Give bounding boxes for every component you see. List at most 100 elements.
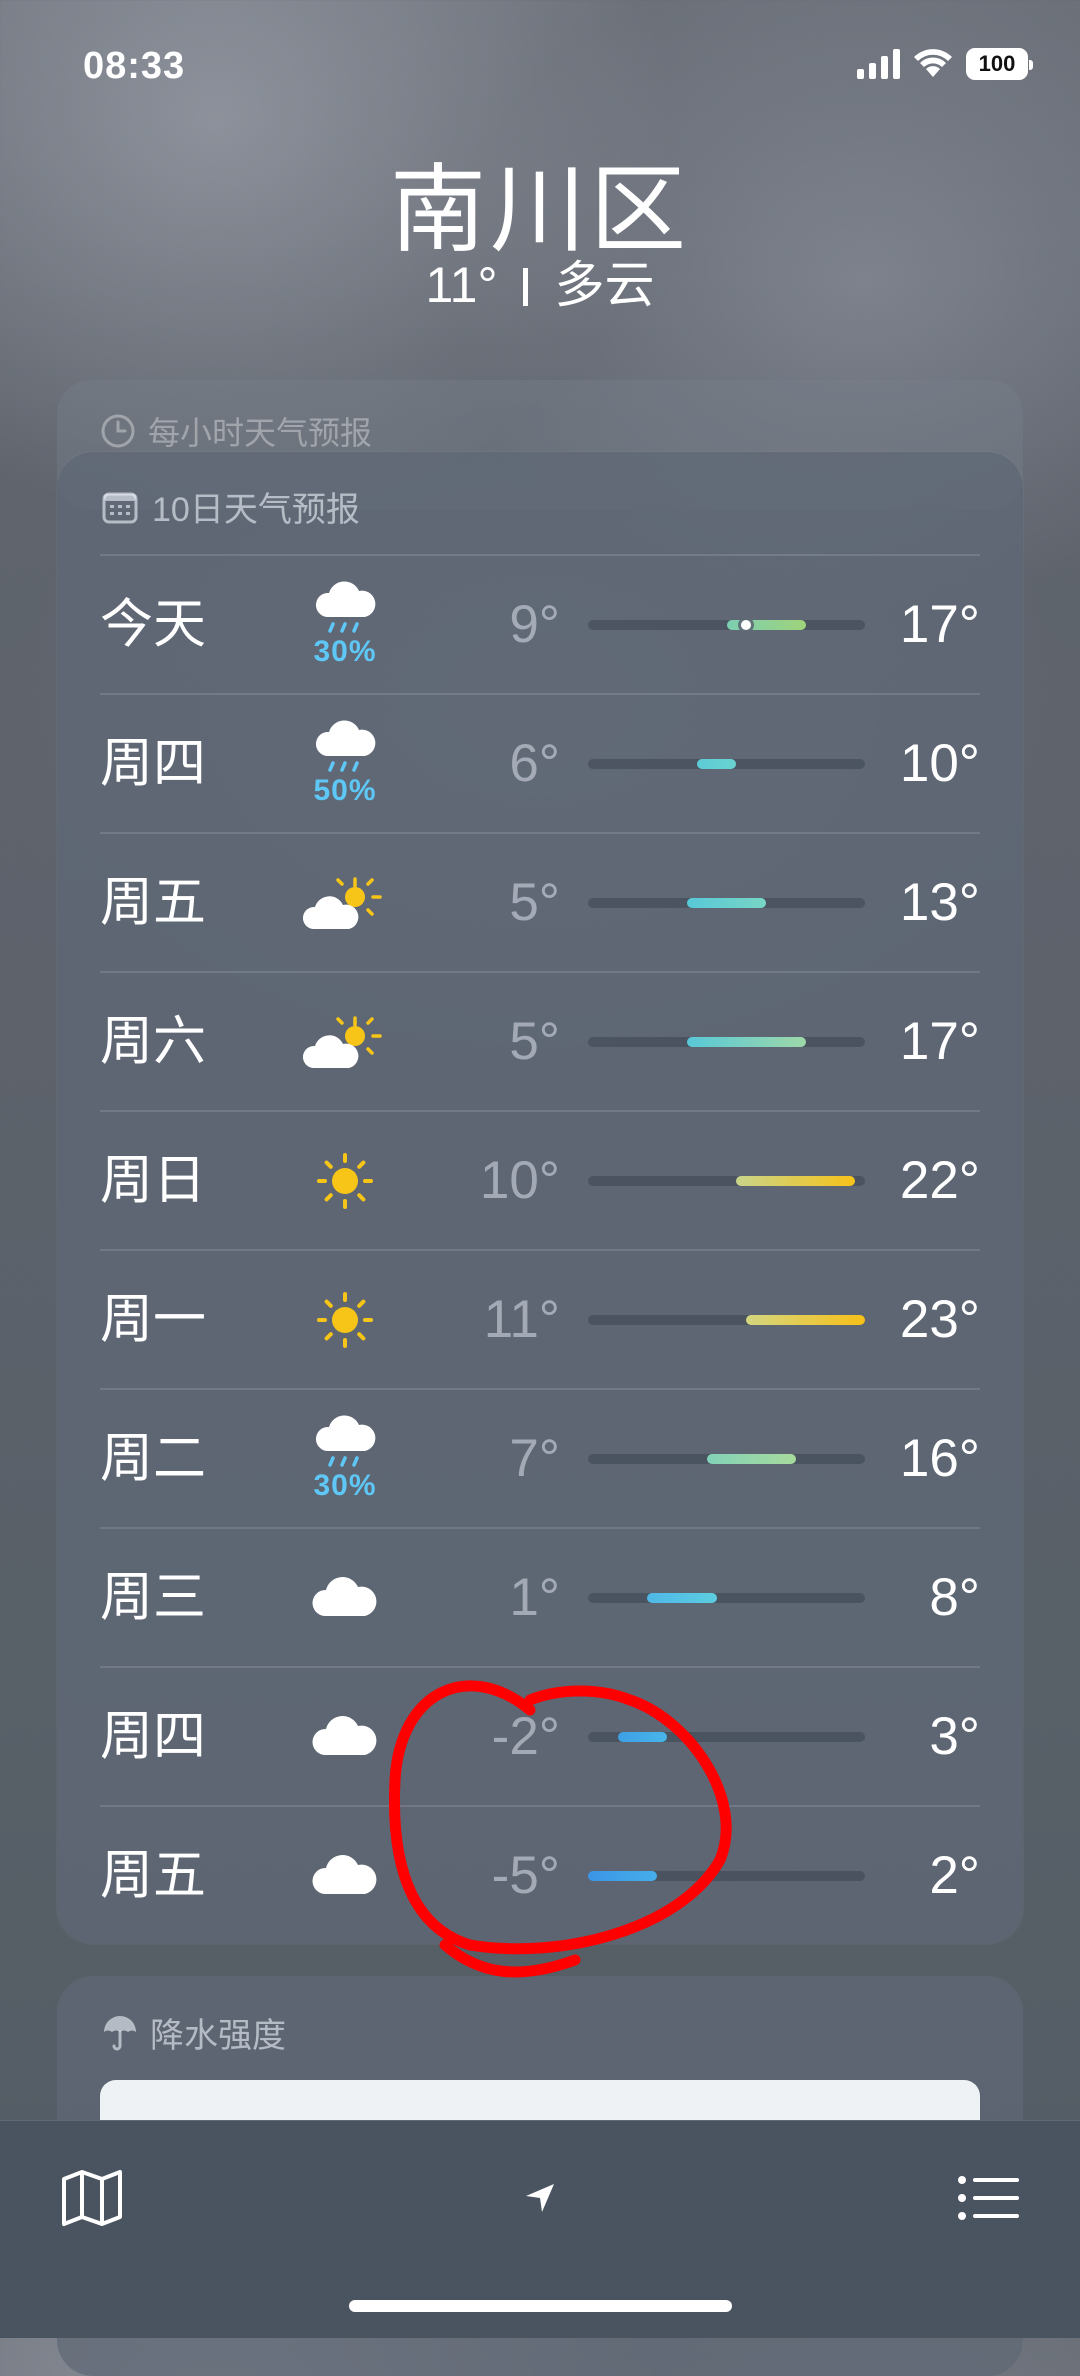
partly-sunny-icon [302,873,387,933]
temp-range-bar [588,1176,865,1186]
home-indicator [349,2300,732,2312]
forecast-day-label: 周日 [100,1151,206,1210]
map-button[interactable] [52,2158,132,2238]
wifi-icon [914,49,952,77]
forecast-day-label: 周三 [100,1568,206,1627]
precipitation-header: 降水强度 [102,2008,286,2057]
forecast-condition [300,1112,390,1249]
low-temp: 6° [509,734,560,793]
forecast-row[interactable]: 周五 -5° 2° [100,1805,980,1944]
temp-range-bar [588,898,865,908]
separator [523,268,529,306]
forecast-day-label: 周四 [100,1707,206,1766]
high-temp: 22° [899,1151,980,1210]
forecast-rows: 今天 30% 9° 17° 周四 50% 6° 10° 周五 5° 13° 周六 5° 17° 周日 10° 2… [100,554,980,1944]
temp-range-bar [588,1593,865,1603]
hourly-forecast-title: 每小时天气预报 [148,415,373,451]
low-temp: -5° [491,1846,560,1905]
status-time: 08:33 [83,45,186,87]
precipitation-title: 降水强度 [150,2017,286,2055]
forecast-day-label: 周五 [100,873,206,932]
temp-range-bar [588,1315,865,1325]
forecast-row[interactable]: 周四 -2° 3° [100,1666,980,1805]
forecast-day-label: 今天 [100,595,206,654]
cloud-rain-icon [309,719,381,778]
list-icon [958,2176,1019,2220]
signal-icon [857,49,900,79]
high-temp: 3° [929,1707,980,1766]
ten-day-forecast-card[interactable]: 10日天气预报 今天 30% 9° 17° 周四 50% 6° 10° 周五 5° 13° 周六 5° 1… [57,452,1023,1944]
city-list-button[interactable] [948,2158,1028,2238]
current-weather: 11° 多云 [0,245,1080,317]
cloud-icon [309,1852,381,1900]
temp-range-bar [588,1037,865,1047]
low-temp: 9° [509,595,560,654]
current-temp: 11° [425,257,498,313]
low-temp: 7° [509,1429,560,1488]
forecast-row[interactable]: 今天 30% 9° 17° [100,554,980,693]
location-arrow-icon [526,2184,554,2212]
temp-range-fill [647,1593,717,1603]
low-temp: 11° [483,1290,560,1349]
temp-range-fill [706,1454,796,1464]
cloud-rain-icon [309,580,381,639]
temp-range-bar [588,759,865,769]
temp-range-fill [696,759,737,769]
forecast-condition [300,1668,390,1805]
low-temp: -2° [491,1707,560,1766]
umbrella-icon [104,2015,136,2050]
partly-sunny-icon [302,1012,387,1072]
forecast-row[interactable]: 周三 1° 8° [100,1527,980,1666]
forecast-condition: 50% [300,695,390,832]
high-temp: 13° [899,873,980,932]
forecast-row[interactable]: 周四 50% 6° 10° [100,693,980,832]
forecast-day-label: 周四 [100,734,206,793]
forecast-header: 10日天气预报 [102,482,360,531]
forecast-condition: 30% [300,1390,390,1527]
temp-range-bar [588,1732,865,1742]
high-temp: 17° [899,1012,980,1071]
forecast-row[interactable]: 周一 11° 23° [100,1249,980,1388]
high-temp: 2° [929,1846,980,1905]
high-temp: 17° [899,595,980,654]
calendar-icon [102,492,138,523]
forecast-row[interactable]: 周二 30% 7° 16° [100,1388,980,1527]
map-icon [62,2170,122,2226]
forecast-row[interactable]: 周五 5° 13° [100,832,980,971]
low-temp: 5° [509,1012,560,1071]
battery-icon: 100 [966,48,1033,80]
cloud-icon [309,1574,381,1622]
current-location-button[interactable] [500,2158,580,2238]
temp-range-bar [588,620,865,630]
clock-icon [101,414,135,448]
low-temp: 10° [479,1151,560,1210]
hourly-forecast-header: 每小时天气预报 [100,408,372,454]
cloud-icon [309,1713,381,1761]
cloud-rain-icon [309,1414,381,1473]
sun-icon [313,1288,377,1352]
forecast-condition [300,973,390,1110]
temp-range-fill [588,1871,658,1881]
temp-range-bar [588,1871,865,1881]
forecast-condition [300,1807,390,1944]
sun-icon [313,1149,377,1213]
current-condition: 多云 [554,257,655,313]
temp-range-fill [726,620,806,630]
forecast-row[interactable]: 周六 5° 17° [100,971,980,1110]
precip-chance: 50% [313,773,377,807]
high-temp: 10° [899,734,980,793]
high-temp: 16° [899,1429,980,1488]
forecast-condition [300,834,390,971]
low-temp: 5° [509,873,560,932]
temp-range-bar [588,1454,865,1464]
forecast-day-label: 周二 [100,1429,206,1488]
temp-range-fill [746,1315,865,1325]
forecast-day-label: 周五 [100,1846,206,1905]
forecast-condition: 30% [300,556,390,693]
low-temp: 1° [509,1568,560,1627]
status-icons: 100 [857,48,1033,80]
temp-range-fill [686,898,767,908]
precip-chance: 30% [313,1468,377,1502]
high-temp: 23° [899,1290,980,1349]
forecast-row[interactable]: 周日 10° 22° [100,1110,980,1249]
